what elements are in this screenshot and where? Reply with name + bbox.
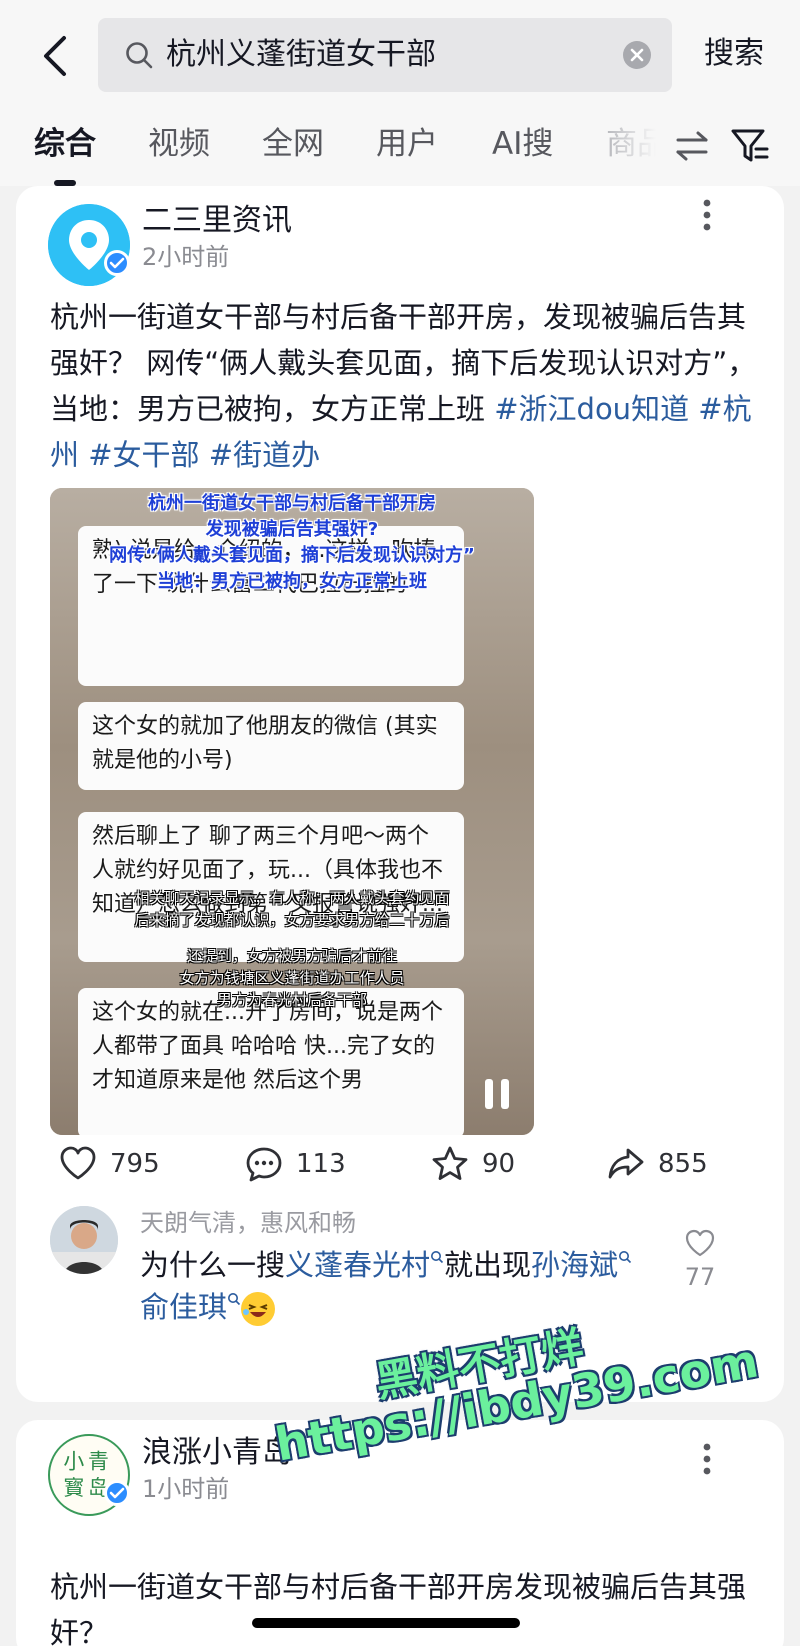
- commenter-avatar[interactable]: [50, 1206, 118, 1274]
- hashtag[interactable]: #街道办: [209, 438, 320, 472]
- search-icon: [126, 42, 153, 69]
- video-subtitle: 相关聊天记录显示，有人称：两人戴头套约见面: [134, 889, 450, 907]
- comment-icon: [246, 1147, 282, 1182]
- video-subtitle: 后来摘了发现都认识，女方要求男方给二十万后: [134, 911, 450, 929]
- hashtag[interactable]: #浙江dou知道: [494, 392, 689, 426]
- svg-text:青: 青: [88, 1449, 109, 1473]
- post-text[interactable]: 杭州一街道女干部与村后备干部开房发现被骗后告其强奸？: [50, 1564, 750, 1646]
- video-subtitle: 男方为春光村后备干部: [216, 991, 367, 1009]
- star-icon: [432, 1146, 468, 1180]
- video-subtitle: 女方为钱塘区义蓬街道办工作人员: [179, 969, 405, 987]
- comment-body: 就出现: [444, 1248, 532, 1282]
- share-count: 855: [658, 1149, 708, 1179]
- search-header: 杭州义蓬街道女干部 搜索: [0, 0, 800, 110]
- video-subtitle: 还提到，女方被男方骗后才前往: [186, 947, 397, 965]
- video-caption: 网传“俩人戴头套见面，摘下后发现认识对方”: [109, 545, 475, 566]
- tab-fade: [600, 110, 680, 186]
- svg-text:小: 小: [63, 1449, 84, 1473]
- search-icon: [431, 1251, 444, 1264]
- search-link[interactable]: 义蓬春光村: [285, 1248, 430, 1282]
- video-caption: 当地：男方已被拘，女方正常上班: [157, 571, 427, 592]
- share-arrow-icon: [608, 1148, 644, 1179]
- search-button[interactable]: 搜索: [704, 34, 764, 74]
- search-query[interactable]: 杭州义蓬街道女干部: [166, 36, 436, 74]
- post-card[interactable]: 小 青 岛 寳 浪涨小青岛 1小时前 杭州一街道女干部与村后备干部开房发现被骗后…: [16, 1420, 784, 1646]
- post-text[interactable]: 杭州一街道女干部与村后备干部开房，发现被骗后告其强奸？ 网传“俩人戴头套见面，摘…: [50, 294, 760, 478]
- comment-count: 113: [296, 1149, 346, 1179]
- post-card[interactable]: 二三里资讯 2小时前 杭州一街道女干部与村后备干部开房，发现被骗后告其强奸？ 网…: [16, 186, 784, 1402]
- comment-body: 为什么一搜: [140, 1248, 286, 1282]
- author-name[interactable]: 二三里资讯: [142, 202, 292, 240]
- back-arrow-icon[interactable]: [38, 32, 74, 80]
- post-time: 1小时前: [142, 1475, 230, 1503]
- comment-text[interactable]: 为什么一搜义蓬春光村 就出现孙海斌俞佳琪: [140, 1244, 660, 1328]
- chat-bubble: 这个女的就加了他朋友的微信 (其实就是他的小号): [78, 702, 464, 790]
- tab-ai-search[interactable]: AI搜: [492, 124, 553, 164]
- chat-bubble: 然后聊上了 聊了两三个月吧～两个人就约好见面了，玩...（具体我也不知道）怎么做…: [78, 812, 464, 962]
- verified-badge-icon: [104, 1480, 130, 1506]
- tab-comprehensive[interactable]: 综合: [34, 124, 96, 164]
- more-options-icon[interactable]: [702, 1442, 712, 1476]
- post-time: 2小时前: [142, 243, 230, 271]
- person-photo-icon: [50, 1206, 118, 1274]
- tab-web[interactable]: 全网: [262, 124, 324, 164]
- search-input[interactable]: 杭州义蓬街道女干部: [98, 18, 672, 92]
- clear-icon[interactable]: [622, 40, 652, 70]
- hashtag[interactable]: #女干部: [88, 438, 199, 472]
- like-count: 795: [110, 1149, 160, 1179]
- video-player[interactable]: 熟) 说是给...介绍的，...这样，吹捧了一下 说什么富二代巴拉巴拉的 这个女…: [50, 488, 534, 1135]
- search-icon: [228, 1293, 241, 1306]
- more-options-icon[interactable]: [702, 198, 712, 232]
- search-link[interactable]: 俞佳琪: [140, 1290, 227, 1324]
- favorite-count: 90: [482, 1149, 516, 1179]
- video-caption: 发现被骗后告其强奸?: [205, 519, 379, 540]
- video-caption: 杭州一街道女干部与村后备干部开房: [148, 493, 436, 514]
- search-link[interactable]: 孙海斌: [531, 1248, 618, 1282]
- commenter-name[interactable]: 天朗气清，惠风和畅: [140, 1206, 356, 1240]
- author-name[interactable]: 浪涨小青岛: [142, 1434, 292, 1472]
- svg-text:寳: 寳: [63, 1476, 84, 1500]
- comment-like-count: 77: [684, 1263, 716, 1291]
- search-icon: [619, 1251, 632, 1264]
- comment-heart-icon[interactable]: [684, 1228, 716, 1258]
- home-indicator[interactable]: [252, 1618, 520, 1628]
- switch-icon[interactable]: [674, 130, 710, 162]
- pause-icon[interactable]: [482, 1076, 512, 1112]
- filter-icon[interactable]: [730, 127, 770, 165]
- laughing-emoji-icon: [241, 1292, 276, 1326]
- tab-video[interactable]: 视频: [148, 124, 210, 164]
- verified-badge-icon: [104, 250, 130, 276]
- tab-users[interactable]: 用户: [376, 124, 438, 164]
- heart-icon: [60, 1146, 96, 1180]
